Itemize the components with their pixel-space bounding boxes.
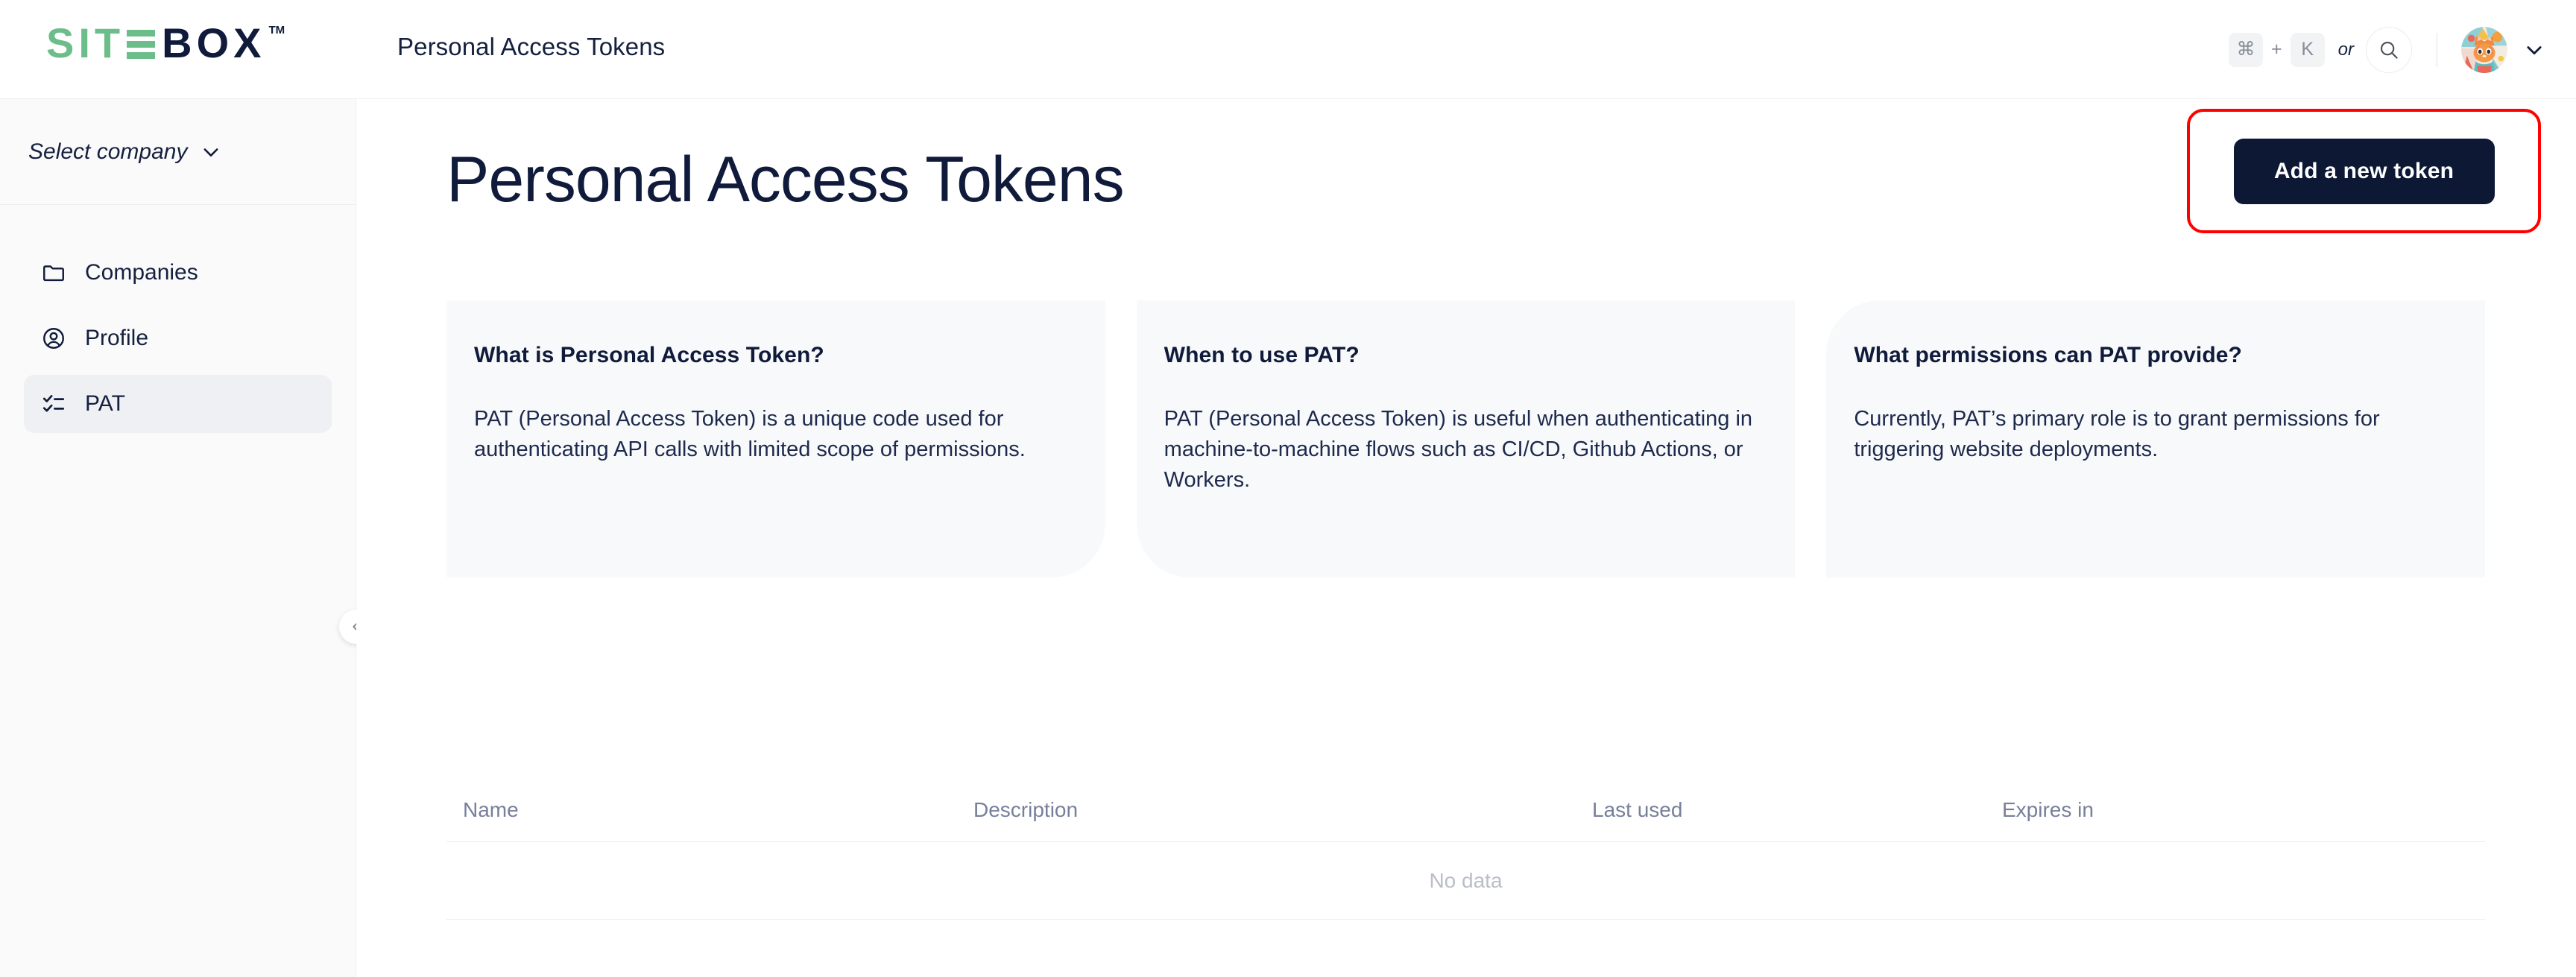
sidebar-item-companies[interactable]: Companies xyxy=(24,244,332,302)
user-circle-icon xyxy=(40,325,67,352)
kbd-plus-sign: + xyxy=(2271,39,2282,60)
info-card-title: What permissions can PAT provide? xyxy=(1854,343,2242,367)
info-card-body: Currently, PAT’s primary role is to gran… xyxy=(1854,407,2380,462)
logo-text-sit: SIT xyxy=(46,19,125,66)
sidebar-item-pat[interactable]: PAT xyxy=(24,375,332,433)
logo-text-box: BOX xyxy=(162,19,266,66)
add-new-token-button[interactable]: Add a new token xyxy=(2233,138,2495,204)
info-cards: What is Personal Access Token? PAT (Pers… xyxy=(446,300,2486,578)
main-content: Personal Access Tokens Add a new token W… xyxy=(356,99,2576,977)
sidebar-item-label: Profile xyxy=(85,326,149,350)
sidebar: Select company Companies Profile PAT xyxy=(0,99,356,977)
top-bar: SIT BOX TM Personal Access Tokens ⌘ + K … xyxy=(0,0,2576,99)
info-card-body: PAT (Personal Access Token) is useful wh… xyxy=(1164,407,1753,493)
table-empty-state: No data xyxy=(446,842,2485,920)
info-card-title: When to use PAT? xyxy=(1164,343,1360,367)
column-header-last-used[interactable]: Last used xyxy=(1592,798,2002,822)
top-bar-right: ⌘ + K or xyxy=(2229,0,2545,99)
info-card-permissions: What permissions can PAT provide? Curren… xyxy=(1826,300,2486,578)
sidebar-item-label: Companies xyxy=(85,260,198,285)
info-card-body: PAT (Personal Access Token) is a unique … xyxy=(474,407,1026,462)
info-card-when-to-use: When to use PAT? PAT (Personal Access To… xyxy=(1136,300,1796,578)
column-header-description[interactable]: Description xyxy=(973,798,1592,822)
avatar[interactable] xyxy=(2461,26,2507,73)
page-header: Personal Access Tokens Add a new token xyxy=(356,99,2576,257)
search-icon xyxy=(2380,41,2398,59)
kbd-k-key: K xyxy=(2290,32,2325,67)
cat-avatar-icon xyxy=(2461,26,2507,73)
add-token-highlight: Add a new token xyxy=(2187,109,2541,233)
column-header-expires-in[interactable]: Expires in xyxy=(2002,798,2485,822)
sidebar-item-profile[interactable]: Profile xyxy=(24,309,332,367)
company-selector[interactable]: Select company xyxy=(0,99,356,205)
chevron-down-icon xyxy=(204,148,218,156)
company-selector-label: Select company xyxy=(28,139,188,164)
search-button[interactable] xyxy=(2366,26,2412,73)
kbd-command-key: ⌘ xyxy=(2229,32,2264,67)
folder-icon xyxy=(40,259,67,286)
user-menu-button[interactable] xyxy=(2524,39,2545,60)
info-card-title: What is Personal Access Token? xyxy=(474,343,824,367)
chevron-down-icon xyxy=(2527,45,2542,54)
info-card-what-is-pat: What is Personal Access Token? PAT (Pers… xyxy=(446,300,1105,578)
column-header-name[interactable]: Name xyxy=(446,798,973,822)
sidebar-nav: Companies Profile PAT xyxy=(0,205,356,433)
logo-trademark: TM xyxy=(268,24,285,37)
shortcut-or-label: or xyxy=(2337,39,2354,60)
logo-e-icon xyxy=(127,29,156,59)
sitebox-logo[interactable]: SIT BOX TM xyxy=(46,22,285,64)
breadcrumb: Personal Access Tokens xyxy=(397,33,666,60)
table-header-row: Name Description Last used Expires in xyxy=(446,779,2485,842)
sidebar-item-label: PAT xyxy=(85,391,125,416)
page-title: Personal Access Tokens xyxy=(446,144,1125,215)
tokens-table: Name Description Last used Expires in No… xyxy=(446,779,2485,920)
checklist-icon xyxy=(40,391,67,417)
